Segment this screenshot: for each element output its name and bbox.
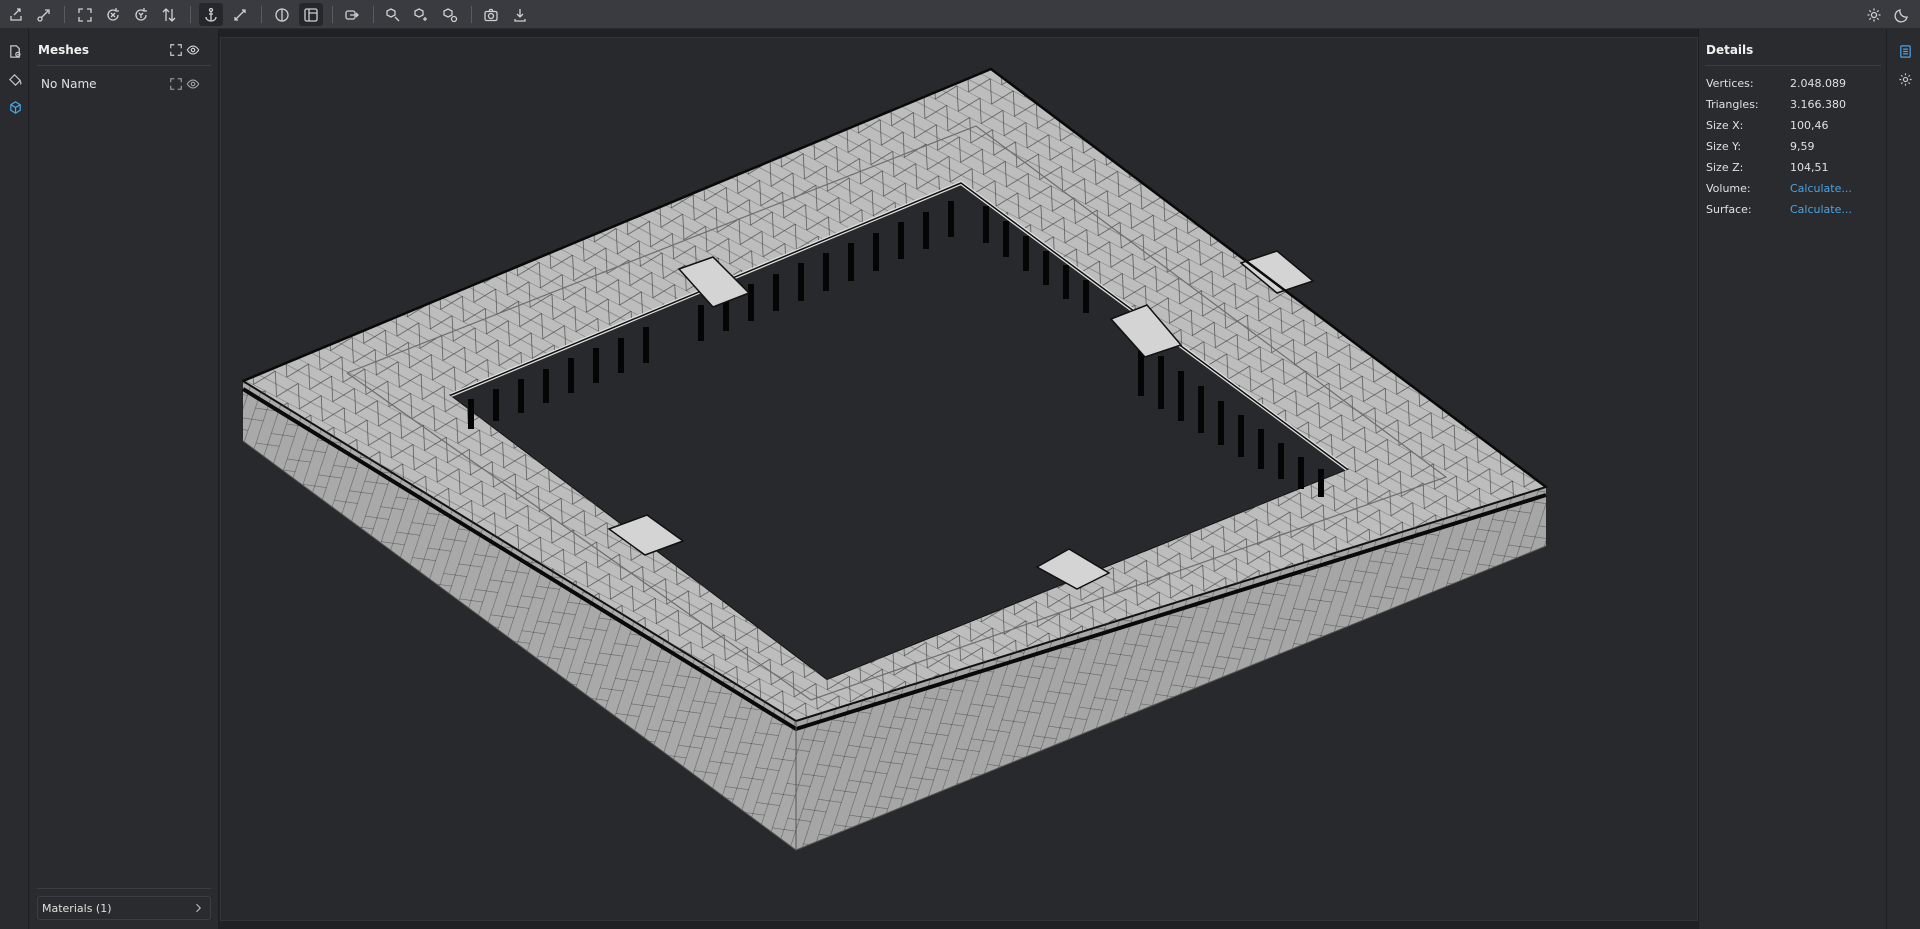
fit-mesh-icon[interactable] xyxy=(168,76,184,92)
rotate-y-icon[interactable] xyxy=(129,3,153,26)
half-view-icon[interactable] xyxy=(270,3,294,26)
calculate-volume-link[interactable]: Calculate... xyxy=(1790,182,1852,195)
document-icon[interactable] xyxy=(1894,40,1916,62)
detail-row-size-z: Size Z: 104,51 xyxy=(1706,161,1881,177)
download-icon[interactable] xyxy=(508,3,532,26)
3d-viewport[interactable] xyxy=(220,37,1698,921)
toolbar-separator xyxy=(332,6,333,23)
detail-key: Size Y: xyxy=(1706,140,1742,153)
import-icon[interactable] xyxy=(4,3,28,26)
mesh-name: No Name xyxy=(41,77,97,91)
panel-view-icon[interactable] xyxy=(299,3,323,26)
meshes-title: Meshes xyxy=(38,43,90,57)
right-icon-strip xyxy=(1886,29,1920,929)
details-title: Details xyxy=(1706,43,1754,57)
eye-icon[interactable] xyxy=(185,42,201,58)
panel-divider xyxy=(37,888,211,889)
mesh-visibility-icon[interactable] xyxy=(185,76,201,92)
detail-key: Surface: xyxy=(1706,203,1752,216)
settings-icon[interactable] xyxy=(1894,68,1916,90)
detail-key: Size X: xyxy=(1706,119,1744,132)
detail-value: 9,59 xyxy=(1790,140,1815,153)
detail-row-size-y: Size Y: 9,59 xyxy=(1706,140,1881,156)
panel-divider xyxy=(1705,65,1881,66)
toolbar-separator xyxy=(471,6,472,23)
detail-row-triangles: Triangles: 3.166.380 xyxy=(1706,98,1881,114)
export-icon[interactable] xyxy=(32,3,56,26)
top-toolbar xyxy=(0,0,1920,29)
details-panel: Details Vertices: 2.048.089 Triangles: 3… xyxy=(1698,29,1886,929)
flip-axis-icon[interactable] xyxy=(157,3,181,26)
cube-icon[interactable] xyxy=(4,96,26,118)
detail-key: Vertices: xyxy=(1706,77,1754,90)
detail-key: Size Z: xyxy=(1706,161,1744,174)
detail-value: 100,46 xyxy=(1790,119,1829,132)
moon-icon[interactable] xyxy=(1890,3,1914,26)
measure-icon[interactable] xyxy=(228,3,252,26)
calculate-surface-link[interactable]: Calculate... xyxy=(1790,203,1852,216)
anchor-icon[interactable] xyxy=(199,3,223,26)
zoom-add-icon[interactable] xyxy=(409,3,433,26)
detail-row-vertices: Vertices: 2.048.089 xyxy=(1706,77,1881,93)
toolbar-separator xyxy=(190,6,191,23)
toolbar-separator xyxy=(373,6,374,23)
zoom-box-icon[interactable] xyxy=(381,3,405,26)
clip-icon[interactable] xyxy=(340,3,364,26)
detail-row-volume: Volume: Calculate... xyxy=(1706,182,1881,198)
sun-icon[interactable] xyxy=(1862,3,1886,26)
detail-value: 2.048.089 xyxy=(1790,77,1846,90)
detail-row-size-x: Size X: 100,46 xyxy=(1706,119,1881,135)
detail-value: 3.166.380 xyxy=(1790,98,1846,111)
camera-icon[interactable] xyxy=(479,3,503,26)
fit-view-icon[interactable] xyxy=(73,3,97,26)
meshes-panel: Meshes No Name Materials (1) xyxy=(29,29,219,929)
file-info-icon[interactable] xyxy=(4,40,26,62)
detail-key: Volume: xyxy=(1706,182,1751,195)
detail-value: 104,51 xyxy=(1790,161,1829,174)
toolbar-separator xyxy=(64,6,65,23)
panel-divider xyxy=(37,65,211,66)
detail-row-surface: Surface: Calculate... xyxy=(1706,203,1881,219)
chevron-right-icon xyxy=(190,900,206,916)
left-icon-strip xyxy=(0,29,29,929)
materials-button[interactable]: Materials (1) xyxy=(37,896,211,920)
paint-bucket-icon[interactable] xyxy=(4,68,26,90)
fit-all-icon[interactable] xyxy=(168,42,184,58)
mesh-render xyxy=(240,67,1549,851)
zoom-remove-icon[interactable] xyxy=(438,3,462,26)
materials-label: Materials (1) xyxy=(42,901,112,915)
detail-key: Triangles: xyxy=(1706,98,1759,111)
toolbar-separator xyxy=(261,6,262,23)
rotate-x-icon[interactable] xyxy=(101,3,125,26)
